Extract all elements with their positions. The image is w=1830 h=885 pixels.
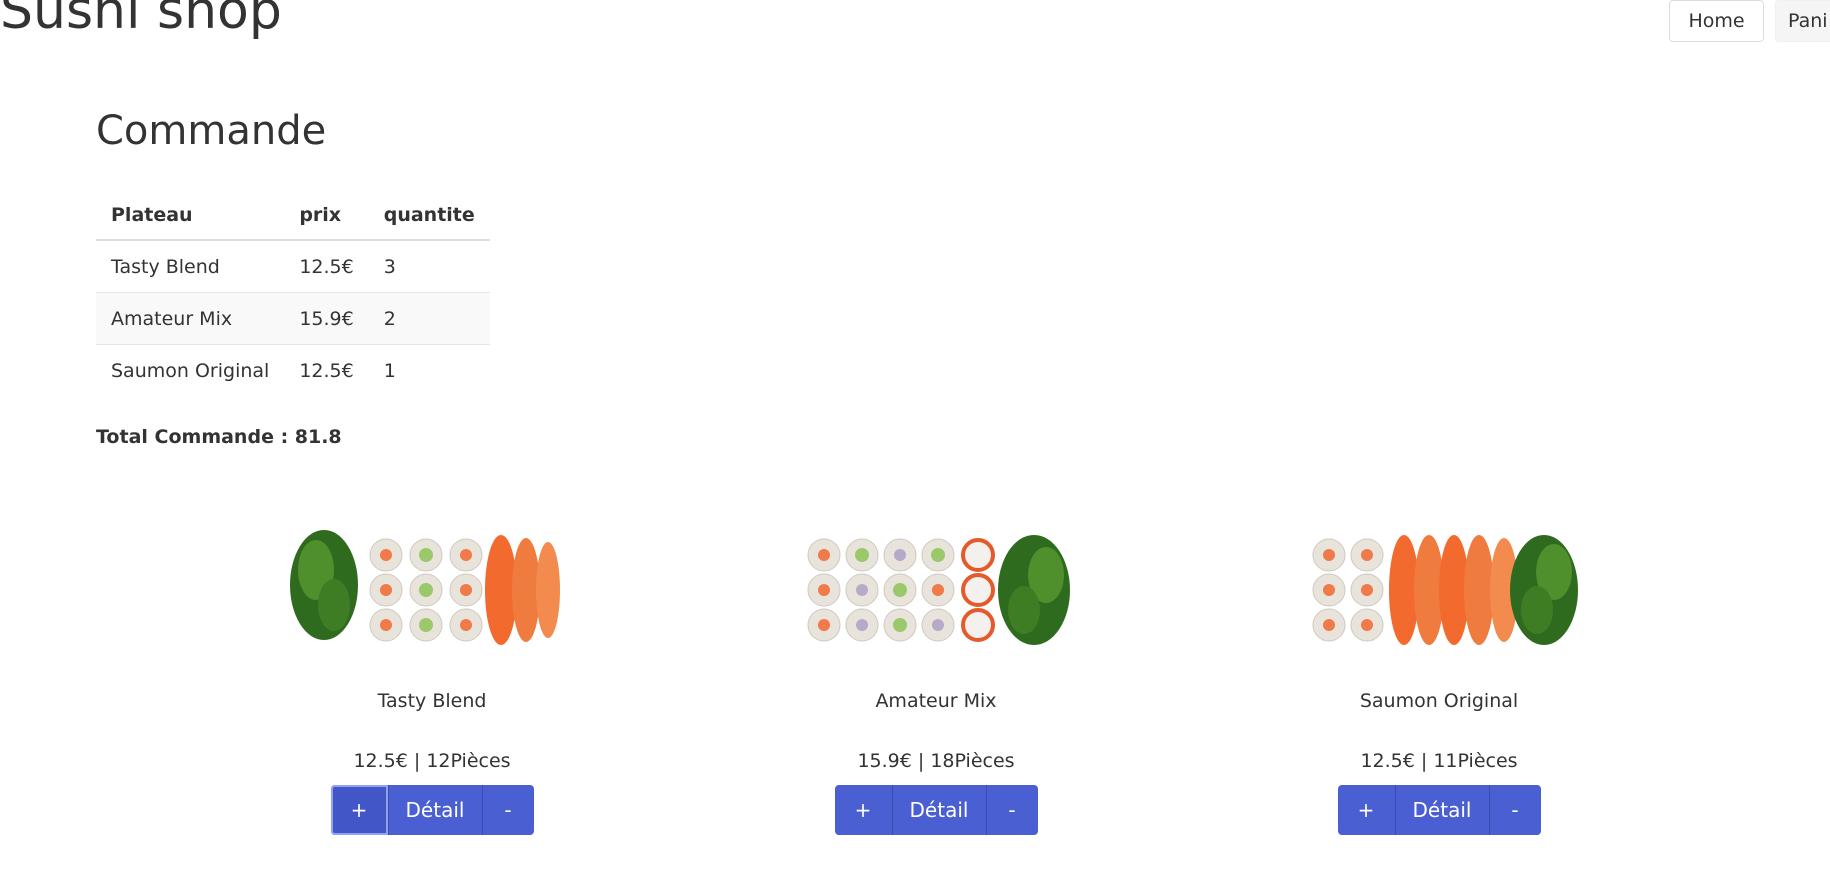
cell-plateau: Amateur Mix <box>96 292 285 345</box>
nav-panier-button[interactable]: Pani <box>1775 0 1830 42</box>
column-header-quantite: quantite <box>368 190 490 241</box>
product-card-amateur-mix: Amateur Mix 15.9€ | 18Pièces + Détail - <box>766 485 1106 835</box>
nav-home-button[interactable]: Home <box>1669 0 1764 42</box>
column-header-plateau: Plateau <box>96 190 285 241</box>
product-card-tasty-blend: Tasty Blend 12.5€ | 12Pièces + Détail - <box>262 485 602 835</box>
table-row: Amateur Mix 15.9€ 2 <box>96 292 490 345</box>
product-button-group: + Détail - <box>330 785 534 835</box>
cell-plateau: Tasty Blend <box>111 255 220 278</box>
cell-quantite: 1 <box>368 344 490 396</box>
product-button-group: + Détail - <box>1337 785 1541 835</box>
cell-prix: 12.5€ <box>284 344 369 396</box>
detail-button[interactable]: Détail <box>892 785 987 835</box>
sushi-platter-image <box>1312 535 1578 645</box>
cell-prix: 12.5€ <box>299 255 354 278</box>
order-title: Commande <box>96 108 327 154</box>
cell-prix: 15.9€ <box>284 292 369 345</box>
product-card-saumon-original: Saumon Original 12.5€ | 11Pièces + Détai… <box>1269 485 1609 835</box>
table-row: Saumon Original 12.5€ 1 <box>96 344 490 396</box>
add-button[interactable]: + <box>1337 785 1396 835</box>
product-price-pieces: 12.5€ | 12Pièces <box>353 750 511 772</box>
detail-button[interactable]: Détail <box>388 785 483 835</box>
remove-button[interactable]: - <box>1489 785 1541 835</box>
order-table: Plateau prix quantite Tasty Blend 12.5€ … <box>96 190 490 396</box>
product-name: Tasty Blend <box>377 690 487 712</box>
sushi-platter-image <box>290 530 560 645</box>
column-header-prix: prix <box>284 190 369 241</box>
cell-plateau: Saumon Original <box>96 344 285 396</box>
add-button[interactable]: + <box>834 785 893 835</box>
detail-button[interactable]: Détail <box>1395 785 1490 835</box>
table-row: Tasty Blend 12.5€ 3 <box>96 240 490 293</box>
add-button[interactable]: + <box>330 785 389 835</box>
cell-quantite: 2 <box>368 292 490 345</box>
site-title: Sushi shop <box>0 0 282 41</box>
product-price-pieces: 15.9€ | 18Pièces <box>857 750 1015 772</box>
remove-button[interactable]: - <box>986 785 1038 835</box>
product-name: Saumon Original <box>1359 690 1519 712</box>
remove-button[interactable]: - <box>482 785 534 835</box>
sushi-platter-image <box>807 535 1070 645</box>
product-button-group: + Détail - <box>834 785 1038 835</box>
table-header-row: Plateau prix quantite <box>96 190 490 241</box>
order-total: Total Commande : 81.8 <box>96 426 342 448</box>
product-price-pieces: 12.5€ | 11Pièces <box>1360 750 1518 772</box>
cell-quantite: 3 <box>383 255 396 278</box>
product-name: Amateur Mix <box>875 690 997 712</box>
